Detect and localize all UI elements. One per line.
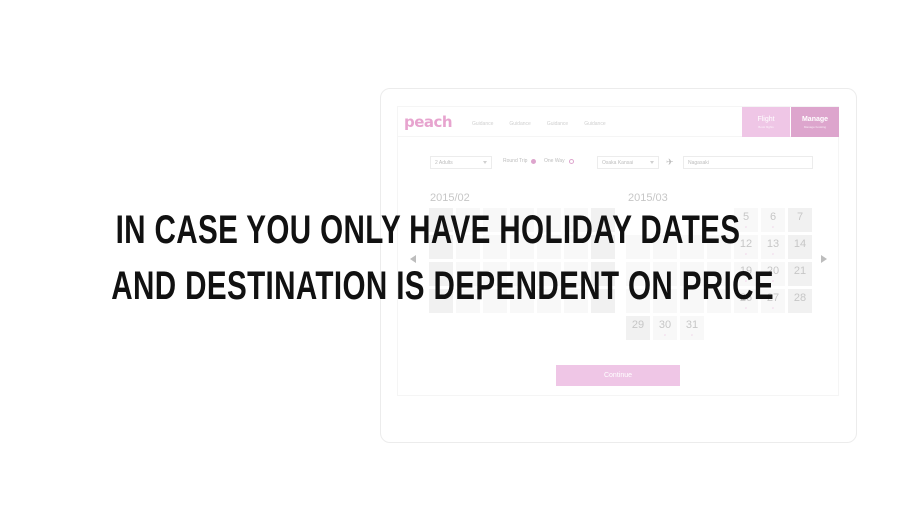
round-trip-label: Round Trip bbox=[503, 158, 528, 164]
caption-line-2: AND DESTINATION IS DEPENDENT ON PRICE bbox=[111, 264, 775, 308]
manage-button-label: Manage bbox=[801, 116, 829, 123]
day-number: 30 bbox=[658, 319, 672, 331]
nav-item[interactable]: Guidance bbox=[584, 121, 605, 127]
day-number: 14 bbox=[793, 238, 807, 250]
peach-logo[interactable]: peach bbox=[404, 113, 453, 131]
caption-overlay: IN CASE YOU ONLY HAVE HOLIDAY DATES AND … bbox=[111, 202, 775, 314]
calendar-day[interactable]: 7 bbox=[788, 208, 812, 232]
day-number: 28 bbox=[793, 292, 807, 304]
caption-line-1: IN CASE YOU ONLY HAVE HOLIDAY DATES bbox=[115, 208, 741, 252]
origin-value: Osaka Kansai bbox=[602, 160, 634, 166]
origin-select[interactable]: Osaka Kansai bbox=[597, 156, 659, 169]
day-price: ¥ bbox=[691, 333, 693, 337]
flight-button-label: Flight bbox=[757, 116, 775, 123]
nav-item[interactable]: Guidance bbox=[547, 121, 568, 127]
day-number: 7 bbox=[796, 211, 804, 223]
calendar-day[interactable]: 29 bbox=[626, 316, 650, 340]
day-number: 31 bbox=[685, 319, 699, 331]
day-price: ¥ bbox=[664, 333, 666, 337]
calendar-day[interactable]: 21 bbox=[788, 262, 812, 286]
passenger-select[interactable]: 2 Adults bbox=[430, 156, 492, 169]
calendar-day[interactable]: 28 bbox=[788, 289, 812, 313]
destination-input[interactable]: Nagasaki bbox=[683, 156, 813, 169]
flight-button-sub: Book flights bbox=[758, 125, 774, 129]
day-number: 6 bbox=[769, 211, 777, 223]
day-number: 13 bbox=[766, 238, 780, 250]
destination-value: Nagasaki bbox=[688, 160, 709, 166]
calendar-day[interactable]: 31 ¥ bbox=[680, 316, 704, 340]
manage-button-sub: Manage booking bbox=[803, 125, 827, 129]
round-trip-option[interactable]: Round Trip bbox=[503, 158, 537, 164]
day-number: 29 bbox=[631, 319, 645, 331]
app-header: peach Guidance Guidance Guidance Guidanc… bbox=[398, 107, 839, 137]
chevron-right-icon[interactable] bbox=[821, 255, 827, 263]
continue-button[interactable]: Continue bbox=[556, 365, 680, 386]
round-trip-radio[interactable] bbox=[531, 158, 537, 164]
one-way-option[interactable]: One Way bbox=[544, 158, 574, 164]
chevron-down-icon bbox=[650, 161, 654, 164]
flight-button[interactable]: Flight Book flights bbox=[742, 107, 790, 137]
calendar-day[interactable]: 30 ¥ bbox=[653, 316, 677, 340]
day-price: ¥ bbox=[772, 252, 774, 256]
manage-button[interactable]: Manage Manage booking bbox=[791, 107, 839, 137]
nav-item[interactable]: Guidance bbox=[472, 121, 493, 127]
nav-item[interactable]: Guidance bbox=[509, 121, 530, 127]
main-nav: Guidance Guidance Guidance Guidance bbox=[472, 121, 606, 127]
passenger-value: 2 Adults bbox=[435, 160, 453, 166]
one-way-radio[interactable] bbox=[568, 158, 574, 164]
plane-icon: ✈ bbox=[666, 157, 674, 167]
chevron-down-icon bbox=[483, 161, 487, 164]
day-number: 21 bbox=[793, 265, 807, 277]
calendar-day[interactable]: 13 ¥ bbox=[761, 235, 785, 259]
calendar-day[interactable]: 6 ¥ bbox=[761, 208, 785, 232]
one-way-label: One Way bbox=[544, 158, 565, 164]
calendar-day[interactable]: 14 bbox=[788, 235, 812, 259]
day-price: ¥ bbox=[772, 225, 774, 229]
